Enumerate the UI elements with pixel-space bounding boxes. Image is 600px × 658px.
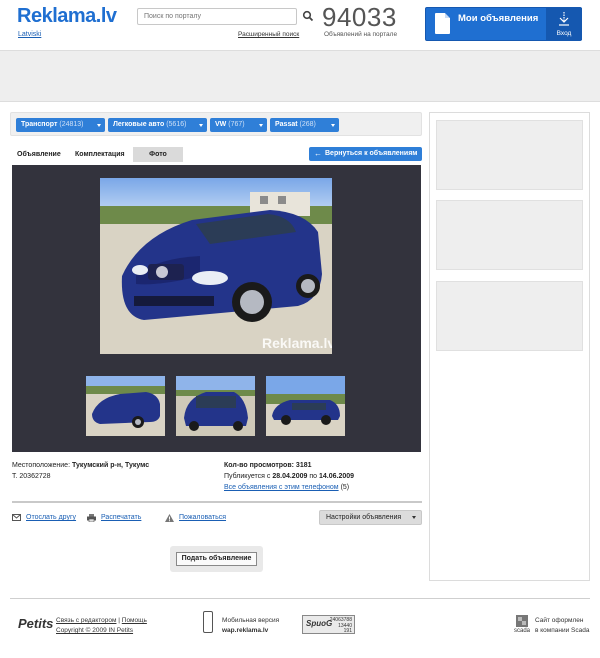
- search-box: [137, 8, 297, 25]
- views-row: Кол-во просмотров: 3181: [224, 462, 312, 469]
- mobile-version-link[interactable]: wap.reklama.lv: [222, 627, 268, 634]
- login-button[interactable]: Вход: [546, 8, 582, 40]
- tab-equipment[interactable]: Комплектация: [75, 147, 125, 162]
- search-input[interactable]: [138, 9, 296, 24]
- back-to-ads-button[interactable]: ← Вернуться к объявлениям: [309, 147, 422, 161]
- ad-tabs: Объявление Комплектация Фото ← Вернуться…: [10, 147, 422, 162]
- document-icon: [435, 13, 450, 34]
- print-action[interactable]: Распечатать: [87, 514, 141, 522]
- mobile-version: Мобильная версия wap.reklama.lv: [222, 617, 280, 634]
- scada-credit: Сайт оформлен в компании Scada: [535, 617, 590, 634]
- visitor-counter[interactable]: SpuoG 24063788 13440 191: [302, 615, 355, 634]
- scada-logo-label: scada: [514, 628, 531, 634]
- submit-ad-button[interactable]: Подать объявление: [176, 552, 257, 566]
- photo-thumbnail[interactable]: [266, 376, 345, 436]
- photo-thumbnail[interactable]: [176, 376, 255, 436]
- crumb-passat[interactable]: Passat (268): [270, 118, 339, 132]
- sidebar-ad-slot[interactable]: [436, 120, 583, 190]
- footer: Petits Связь с редактором | Помощь Copyr…: [0, 605, 600, 658]
- ads-count: 94033: [322, 2, 397, 32]
- my-ads-button[interactable]: Мои объявления Вход: [425, 7, 582, 41]
- photo-gallery: Reklama.lv: [12, 165, 421, 452]
- crumb-transport[interactable]: Транспорт (24813): [16, 118, 105, 132]
- chevron-down-icon: [259, 124, 263, 127]
- ad-settings-dropdown[interactable]: Настройки объявления: [319, 510, 422, 525]
- login-label: Вход: [556, 30, 572, 37]
- location-row: Местоположение: Тукумский р-н, Тукумс: [12, 462, 150, 469]
- ads-count-label: Объявлений на портале: [324, 31, 398, 38]
- chevron-down-icon: [199, 124, 203, 127]
- contact-editor-link[interactable]: Связь с редактором: [56, 617, 116, 624]
- photo-watermark: Reklama.lv: [262, 335, 332, 351]
- tab-photo[interactable]: Фото: [133, 147, 183, 162]
- tab-ad[interactable]: Объявление: [17, 147, 61, 162]
- footer-links: Связь с редактором | Помощь Copyright © …: [56, 617, 147, 634]
- send-to-friend-link[interactable]: Отослать другу: [26, 514, 76, 521]
- petits-logo[interactable]: Petits: [18, 616, 53, 631]
- main-photo[interactable]: Reklama.lv: [100, 178, 332, 354]
- login-arrow-icon: [559, 12, 569, 26]
- warning-icon: [165, 514, 174, 522]
- sidebar-ad-slot[interactable]: [436, 200, 583, 270]
- ad-actions: Отослать другу Распечатать Пожаловаться …: [12, 510, 422, 528]
- complain-link[interactable]: Пожаловаться: [179, 514, 226, 521]
- header: Reklama.lv Latviski Расширенный поиск 94…: [0, 0, 600, 50]
- crumb-cars[interactable]: Легковые авто (5616): [108, 118, 207, 132]
- language-link[interactable]: Latviski: [18, 31, 41, 38]
- printer-icon: [87, 514, 96, 522]
- photo-thumbnail[interactable]: [86, 376, 165, 436]
- search-icon[interactable]: [302, 10, 314, 22]
- help-link[interactable]: Помощь: [122, 617, 147, 624]
- chevron-down-icon: [97, 124, 101, 127]
- arrow-left-icon: ←: [314, 149, 322, 158]
- chevron-down-icon: [331, 124, 335, 127]
- phone-ads-row: Все объявления с этим телефоном (5): [224, 484, 350, 491]
- complain-action[interactable]: Пожаловаться: [165, 514, 226, 522]
- mobile-phone-icon: [203, 611, 213, 633]
- category-breadcrumbs: Транспорт (24813) Легковые авто (5616) V…: [10, 112, 422, 136]
- phone-ads-link[interactable]: Все объявления с этим телефоном: [224, 484, 339, 491]
- divider: [12, 501, 422, 503]
- copyright-link[interactable]: Copyright © 2009 IN Petits: [56, 627, 133, 634]
- footer-divider: [10, 598, 590, 599]
- scada-logo-icon[interactable]: [516, 615, 528, 627]
- chevron-down-icon: [412, 516, 416, 519]
- sidebar: [429, 112, 590, 581]
- print-link[interactable]: Распечатать: [101, 514, 141, 521]
- published-row: Публикуется с 28.04.2009 по 14.06.2009: [224, 473, 355, 480]
- my-ads-label: Мои объявления: [458, 13, 539, 24]
- site-logo[interactable]: Reklama.lv: [17, 5, 117, 28]
- send-to-friend-action[interactable]: Отослать другу: [12, 514, 76, 521]
- crumb-vw[interactable]: VW (767): [210, 118, 267, 132]
- submit-ad-wrapper: Подать объявление: [170, 546, 263, 572]
- top-banner: [0, 50, 600, 102]
- sidebar-ad-slot[interactable]: [436, 281, 583, 351]
- envelope-icon: [12, 514, 21, 521]
- advanced-search-link[interactable]: Расширенный поиск: [238, 31, 299, 38]
- phone-number: Т. 20362728: [12, 473, 51, 480]
